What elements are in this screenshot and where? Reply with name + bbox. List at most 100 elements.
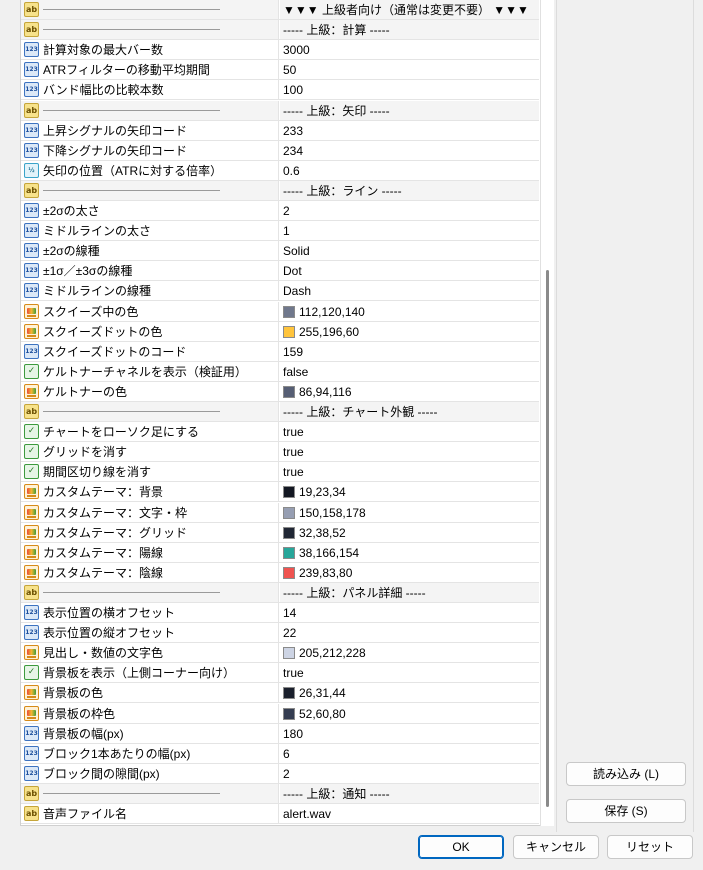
property-row[interactable]: 123 ±2σの太さ 2 xyxy=(21,201,539,221)
color-swatch[interactable] xyxy=(283,325,295,338)
property-value[interactable]: Solid xyxy=(283,244,310,258)
color-swatch[interactable] xyxy=(283,566,295,579)
property-value-cell[interactable]: 0.6 xyxy=(280,161,539,180)
property-value-cell[interactable]: true xyxy=(280,462,539,481)
reset-button[interactable]: リセット xyxy=(607,835,693,859)
property-value-cell[interactable]: ----- 上級：チャート外観 ----- xyxy=(280,402,539,421)
ok-button[interactable]: OK xyxy=(418,835,504,859)
property-value[interactable]: 32,38,52 xyxy=(299,526,346,540)
property-value[interactable]: true xyxy=(283,465,304,479)
separator-row[interactable]: ab ----- 上級：矢印 ----- xyxy=(21,100,539,121)
property-row[interactable]: カスタムテーマ：陽線 38,166,154 xyxy=(21,542,539,563)
property-value[interactable]: 2 xyxy=(283,767,290,781)
property-value[interactable]: Dash xyxy=(283,284,311,298)
property-row[interactable]: カスタムテーマ：背景 19,23,34 xyxy=(21,482,539,503)
property-row[interactable]: ✓ 期間区切り線を消す true xyxy=(21,462,539,483)
property-row[interactable]: 背景板の色 26,31,44 xyxy=(21,683,539,704)
property-row[interactable]: スクイーズ中の色 112,120,140 xyxy=(21,301,539,322)
property-value[interactable]: 38,166,154 xyxy=(299,546,359,560)
separator-row[interactable]: ab ▼▼▼ 上級者向け（通常は変更不要） ▼▼▼ xyxy=(21,0,539,20)
property-value[interactable]: 26,31,44 xyxy=(299,686,346,700)
separator-row[interactable]: ab ----- 上級：チャート外観 ----- xyxy=(21,402,539,422)
property-row[interactable]: 背景板の枠色 52,60,80 xyxy=(21,703,539,724)
property-value[interactable]: 0.6 xyxy=(283,164,300,178)
color-swatch[interactable] xyxy=(283,546,295,559)
property-value-cell[interactable]: 6 xyxy=(280,744,539,763)
property-value[interactable]: 2 xyxy=(283,204,290,218)
property-row[interactable]: 123 ミドルラインの線種 Dash xyxy=(21,281,539,302)
load-button[interactable]: 読み込み (L) xyxy=(566,762,686,786)
property-row[interactable]: 123 ブロック間の隙間(px) 2 xyxy=(21,763,539,784)
color-swatch[interactable] xyxy=(283,687,295,700)
color-swatch[interactable] xyxy=(283,506,295,519)
vertical-scrollbar[interactable] xyxy=(540,0,554,826)
property-value-cell[interactable]: 100 xyxy=(280,80,539,99)
property-value-cell[interactable]: ----- 上級：通知 ----- xyxy=(280,783,539,803)
property-row[interactable]: カスタムテーマ：グリッド 32,38,52 xyxy=(21,522,539,543)
property-value-cell[interactable]: false xyxy=(280,362,539,381)
property-value-cell[interactable]: 150,158,178 xyxy=(280,503,539,522)
property-row[interactable]: ケルトナーの色 86,94,116 xyxy=(21,381,539,402)
property-value-cell[interactable]: Solid xyxy=(280,241,539,260)
property-value[interactable]: 6 xyxy=(283,747,290,761)
property-value-cell[interactable]: 86,94,116 xyxy=(280,382,539,401)
property-value-cell[interactable]: ----- 上級：パネル詳細 ----- xyxy=(280,582,539,602)
property-row[interactable]: 123 表示位置の横オフセット 14 xyxy=(21,603,539,623)
color-swatch[interactable] xyxy=(283,707,295,720)
property-value-cell[interactable]: 14 xyxy=(280,603,539,622)
property-row[interactable]: 123 ブロック1本あたりの幅(px) 6 xyxy=(21,743,539,764)
property-value-cell[interactable]: 19,23,34 xyxy=(280,482,539,501)
property-value[interactable]: alert.wav xyxy=(283,807,331,821)
property-value-cell[interactable]: 2 xyxy=(280,764,539,783)
property-value-cell[interactable]: 112,120,140 xyxy=(280,302,539,321)
property-value[interactable]: 239,83,80 xyxy=(299,566,352,580)
property-row[interactable]: 123 表示位置の縦オフセット 22 xyxy=(21,623,539,644)
property-value-cell[interactable]: 255,196,60 xyxy=(280,322,539,341)
property-value-cell[interactable]: true xyxy=(280,422,539,441)
property-value[interactable]: 19,23,34 xyxy=(299,485,346,499)
property-value-cell[interactable]: alert.wav xyxy=(280,804,539,823)
property-value-cell[interactable]: 50 xyxy=(280,60,539,79)
property-value-cell[interactable]: ----- 上級：矢印 ----- xyxy=(280,100,539,120)
property-value[interactable]: true xyxy=(283,425,304,439)
separator-row[interactable]: ab ----- 上級：通知 ----- xyxy=(21,783,539,804)
scrollbar-thumb[interactable] xyxy=(546,270,549,807)
property-value-cell[interactable]: ----- 上級：ライン ----- xyxy=(280,180,539,200)
property-value-cell[interactable]: 52,60,80 xyxy=(280,704,539,723)
property-value-cell[interactable]: Dot xyxy=(280,261,539,280)
property-value[interactable]: 234 xyxy=(283,144,303,158)
property-row[interactable]: 123 ±2σの線種 Solid xyxy=(21,241,539,262)
property-row[interactable]: 123 計算対象の最大バー数 3000 xyxy=(21,40,539,61)
property-row[interactable]: 123 ATRフィルターの移動平均期間 50 xyxy=(21,60,539,81)
property-row[interactable]: ✓ チャートをローソク足にする true xyxy=(21,422,539,443)
property-value-cell[interactable]: true xyxy=(280,663,539,682)
color-swatch[interactable] xyxy=(283,385,295,398)
property-value-cell[interactable]: 239,83,80 xyxy=(280,563,539,582)
cancel-button[interactable]: キャンセル xyxy=(513,835,599,859)
separator-row[interactable]: ab ----- 上級：ライン ----- xyxy=(21,180,539,201)
property-value[interactable]: 52,60,80 xyxy=(299,707,346,721)
property-value[interactable]: 112,120,140 xyxy=(299,305,365,319)
property-row[interactable]: 123 バンド幅比の比較本数 100 xyxy=(21,80,539,101)
property-value-cell[interactable]: true xyxy=(280,442,539,461)
property-row[interactable]: ✓ ケルトナーチャネルを表示（検証用） false xyxy=(21,361,539,382)
property-value[interactable]: 86,94,116 xyxy=(299,385,352,399)
property-value-cell[interactable]: Dash xyxy=(280,281,539,300)
property-value-cell[interactable]: 205,212,228 xyxy=(280,643,539,662)
property-value[interactable]: 22 xyxy=(283,626,296,640)
property-value-cell[interactable]: 2 xyxy=(280,201,539,220)
property-row[interactable]: ✓ グリッドを消す true xyxy=(21,442,539,463)
property-value[interactable]: 1 xyxy=(283,224,290,238)
property-value[interactable]: Dot xyxy=(283,264,302,278)
save-button[interactable]: 保存 (S) xyxy=(566,799,686,823)
property-value-cell[interactable]: 3000 xyxy=(280,40,539,59)
property-value[interactable]: 3000 xyxy=(283,43,310,57)
property-row[interactable]: 123 背景板の幅(px) 180 xyxy=(21,723,539,744)
color-swatch[interactable] xyxy=(283,647,295,660)
property-value[interactable]: 159 xyxy=(283,345,303,359)
property-value[interactable]: 100 xyxy=(283,83,303,97)
property-value-cell[interactable]: ▼▼▼ 上級者向け（通常は変更不要） ▼▼▼ xyxy=(280,0,539,19)
separator-row[interactable]: ab ----- 上級：パネル詳細 ----- xyxy=(21,582,539,603)
property-value[interactable]: true xyxy=(283,445,304,459)
property-row[interactable]: 見出し・数値の文字色 205,212,228 xyxy=(21,643,539,664)
